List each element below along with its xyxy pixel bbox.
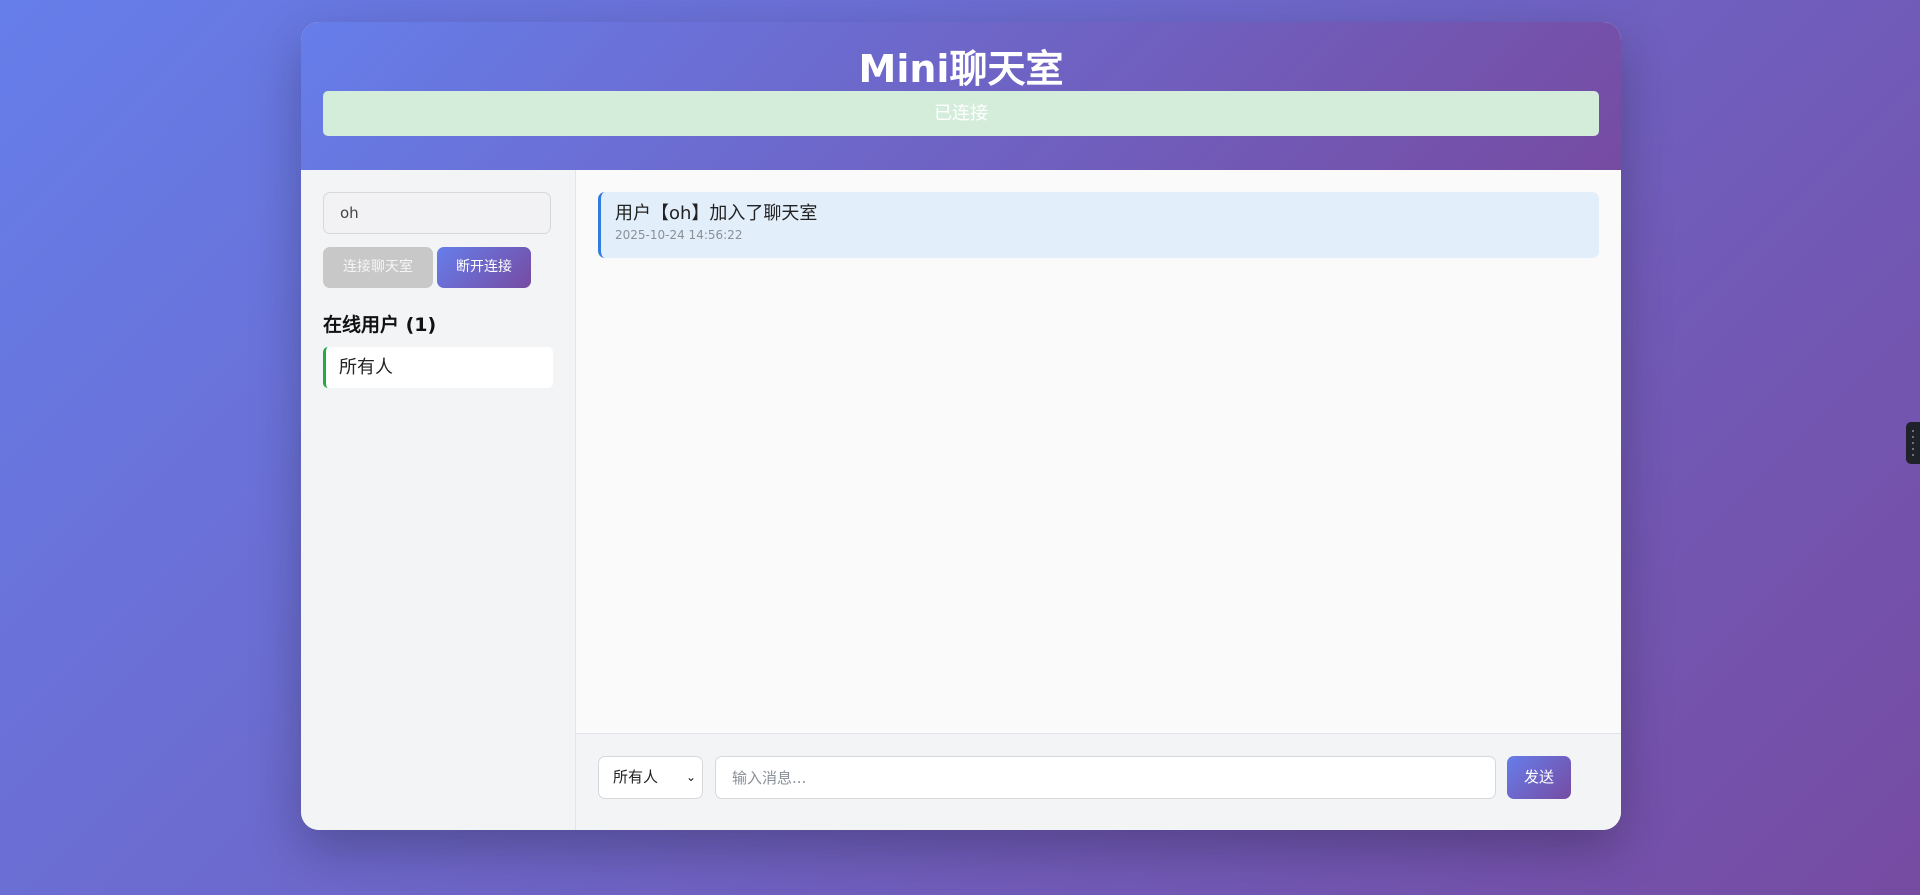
send-button[interactable]: 发送 [1507, 756, 1571, 799]
handle-dot-icon [1912, 436, 1914, 438]
handle-dot-icon [1912, 448, 1914, 450]
message-composer: 所有人 ⌄ 发送 [576, 733, 1621, 830]
edge-panel-handle[interactable] [1906, 422, 1920, 464]
handle-dot-icon [1912, 454, 1914, 456]
message-text: 用户【oh】加入了聊天室 [615, 203, 818, 224]
message-timestamp: 2025-10-24 14:56:22 [615, 228, 743, 242]
online-users-title: 在线用户 (1) [323, 314, 437, 336]
header: Mini聊天室 已连接 [301, 22, 1621, 170]
message-list: 用户【oh】加入了聊天室 2025-10-24 14:56:22 [576, 170, 1621, 733]
recipient-select-value: 所有人 [613, 768, 659, 786]
message-input[interactable] [715, 756, 1496, 799]
system-message: 用户【oh】加入了聊天室 2025-10-24 14:56:22 [598, 192, 1599, 258]
handle-dot-icon [1912, 442, 1914, 444]
handle-dot-icon [1912, 430, 1914, 432]
connect-button[interactable]: 连接聊天室 [323, 247, 433, 288]
sidebar: 连接聊天室 断开连接 在线用户 (1) 所有人 [301, 170, 576, 830]
recipient-select[interactable]: 所有人 ⌄ [598, 756, 703, 799]
username-input[interactable] [323, 192, 551, 234]
page-title: Mini聊天室 [858, 47, 1064, 91]
chat-app-window: Mini聊天室 已连接 连接聊天室 断开连接 在线用户 (1) 所有人 用户【o… [301, 22, 1621, 830]
disconnect-button[interactable]: 断开连接 [437, 247, 531, 288]
user-list-item-everyone[interactable]: 所有人 [323, 347, 553, 388]
chevron-down-icon: ⌄ [685, 770, 696, 784]
connection-status-bar: 已连接 [323, 91, 1599, 136]
